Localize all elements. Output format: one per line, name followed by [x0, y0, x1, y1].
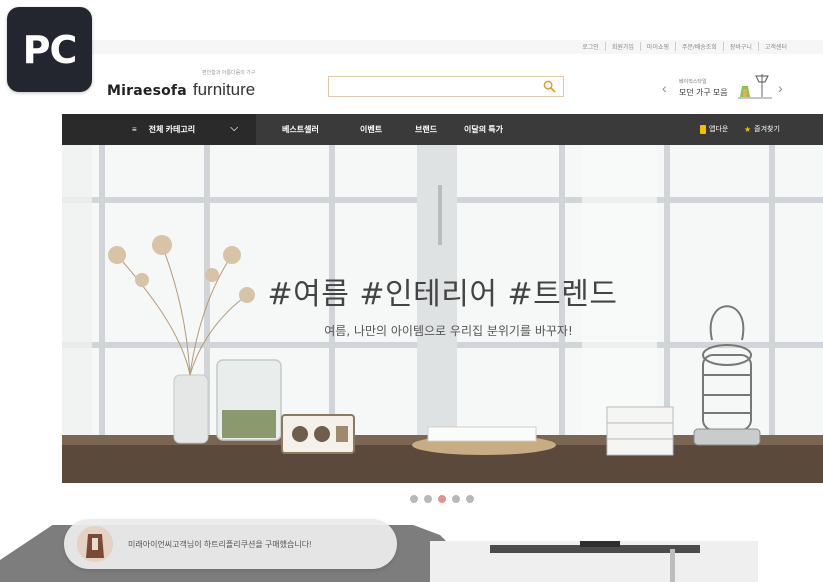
menu-icon: ≡ [132, 125, 137, 134]
util-link-myshop[interactable]: 마이쇼핑 [639, 42, 675, 51]
promo-prev-icon[interactable]: ‹ [662, 80, 667, 96]
hero-title: #여름 #인테리어 #트렌드 [267, 277, 618, 312]
lamp-icon [738, 74, 772, 99]
util-link-cart[interactable]: 장바구니 [722, 42, 758, 51]
hero-illustration [62, 145, 823, 483]
bookmark-label: 즐겨찾기 [754, 126, 780, 133]
nav-bookmark[interactable]: ★ 즐겨찾기 [744, 124, 780, 134]
purchase-notification[interactable]: 미래아이언씨고객님이 하트리플리쿠션을 구매했습니다! [64, 519, 397, 569]
nav-item-best[interactable]: 베스트셀러 [282, 124, 319, 135]
util-link-orders[interactable]: 주문/배송조회 [675, 42, 723, 51]
logo-sub: furniture [192, 80, 256, 99]
util-link-support[interactable]: 고객센터 [757, 42, 793, 51]
phone-icon [700, 124, 706, 134]
main-nav: ≡ 전체 카테고리 ⌵ 베스트셀러 이벤트 브랜드 이달의 특가 앱다운 ★ 즐… [62, 114, 823, 145]
all-categories-label: 전체 카테고리 [148, 125, 196, 134]
carousel-dot[interactable] [410, 495, 418, 503]
apron-icon [77, 526, 113, 562]
utility-links: 로그인 회원가입 마이쇼핑 주문/배송조회 장바구니 고객센터 [576, 42, 793, 51]
nav-item-special[interactable]: 이달의 특가 [464, 124, 503, 135]
search-input[interactable] [329, 77, 529, 97]
util-link-login[interactable]: 로그인 [576, 42, 605, 51]
carousel-dot[interactable] [424, 495, 432, 503]
carousel-dots [410, 495, 474, 503]
shelf-image [430, 541, 758, 582]
promo-text: 모던 가구 모음 [679, 88, 728, 97]
util-link-join[interactable]: 회원가입 [604, 42, 640, 51]
carousel-dot-active[interactable] [438, 495, 446, 503]
utility-bar: 로그인 회원가입 마이쇼핑 주문/배송조회 장바구니 고객센터 [62, 40, 823, 54]
app-download-label: 앱다운 [709, 126, 729, 133]
pc-badge: PC [7, 7, 92, 92]
carousel-dot[interactable] [466, 495, 474, 503]
notification-text: 미래아이언씨고객님이 하트리플리쿠션을 구매했습니다! [128, 539, 312, 549]
promo-next-icon[interactable]: › [778, 80, 783, 96]
logo-tagline: 편안함과 아름다움의 가구 [202, 70, 256, 76]
star-icon: ★ [744, 124, 752, 134]
all-categories-button[interactable]: ≡ 전체 카테고리 ⌵ [62, 114, 256, 145]
page: 로그인 회원가입 마이쇼핑 주문/배송조회 장바구니 고객센터 편안함과 아름다… [0, 0, 823, 582]
header-promo[interactable]: ‹ 베이직스타일 모던 가구 모음 › [662, 74, 790, 102]
nav-item-event[interactable]: 이벤트 [360, 124, 382, 135]
logo-main: Miraesofa [107, 83, 187, 99]
promo-small-text: 베이직스타일 [679, 79, 707, 85]
nav-item-brand[interactable]: 브랜드 [415, 124, 437, 135]
nav-app-download[interactable]: 앱다운 [700, 124, 728, 134]
hero-banner[interactable]: #여름 #인테리어 #트렌드 여름, 나만의 아이템으로 우리집 분위기를 바꾸… [62, 145, 823, 483]
product-avatar [77, 526, 113, 562]
hero-subtitle: 여름, 나만의 아이템으로 우리집 분위기를 바꾸자! [324, 324, 573, 338]
carousel-dot[interactable] [452, 495, 460, 503]
product-thumbnail[interactable] [430, 541, 758, 582]
search-icon[interactable] [543, 80, 556, 93]
site-logo[interactable]: 편안함과 아름다움의 가구 Miraesofa furniture [107, 70, 256, 100]
chevron-down-icon: ⌵ [230, 123, 238, 134]
search-box [328, 76, 564, 97]
